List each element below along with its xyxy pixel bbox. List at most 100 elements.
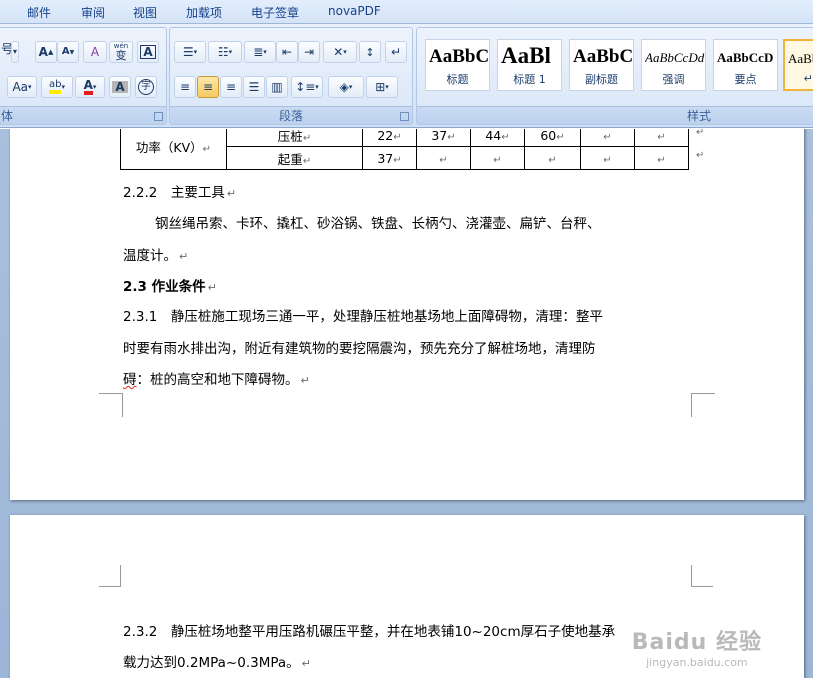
row-end-mark: ↵: [696, 150, 705, 161]
bold-button-partial[interactable]: [1, 76, 5, 98]
phonetic-guide-char: 变: [115, 49, 127, 62]
tools-paragraph-line-1: 钢丝绳吊索、卡环、撬杠、砂浴锅、铁盘、长柄勺、浇灌壶、扁铲、台秤、: [155, 216, 601, 232]
sort-button[interactable]: ↕: [359, 41, 381, 63]
document-workspace[interactable]: 功率（KV）↵ 压桩↵ 22↵ 37↵ 44↵ 60↵ ↵ ↵ 起重↵ 37↵ …: [0, 129, 813, 678]
table-cell: 60↵: [524, 129, 581, 147]
paragraph-mark-icon: ↵: [390, 45, 402, 59]
enclose-char-button[interactable]: 字: [135, 76, 157, 98]
show-hide-marks-button[interactable]: ↵: [385, 41, 407, 63]
style-heading-1[interactable]: AaBl 标题 1: [497, 39, 562, 91]
font-group-label: 体: [0, 106, 166, 124]
char-shading-button[interactable]: A: [109, 76, 131, 98]
paragraph-2-3-2-line-2: 载力达到0.2MPa~0.3MPa。 ↵: [123, 655, 311, 671]
font-size-dropdown-button[interactable]: ▾: [11, 41, 19, 63]
chinese-layout-icon: ✕: [333, 45, 344, 59]
font-dialog-launcher[interactable]: [154, 112, 163, 121]
style-emphasis[interactable]: AaBbCcDd 强调: [641, 39, 706, 91]
sort-icon: ↕: [365, 45, 375, 59]
numbering-icon: ☷: [217, 45, 229, 59]
distributed-icon: ▥: [271, 80, 283, 94]
multilevel-list-icon: ≣: [253, 45, 264, 59]
margin-corner-top-left: [99, 565, 121, 587]
grow-font-button[interactable]: A ▲: [35, 41, 57, 63]
font-color-icon: A: [83, 79, 93, 95]
char-border-button[interactable]: A: [137, 41, 159, 63]
change-case-icon: Aa: [12, 80, 29, 94]
justify-icon: ☰: [248, 80, 260, 94]
paragraph-2-3-2-line-1: 2.3.2 静压桩场地整平用压路机碾压平整，并在地表铺10~20cm厚石子使地基…: [123, 624, 616, 640]
borders-button[interactable]: ⊞ ▾: [366, 76, 398, 98]
numbering-button[interactable]: ☷ ▾: [208, 41, 242, 63]
highlight-button[interactable]: ab ▾: [41, 76, 73, 98]
table-cell: 22↵: [362, 129, 417, 147]
style-normal[interactable]: AaBb ↵ 正: [783, 39, 813, 91]
margin-corner-top-right: [691, 565, 713, 587]
ribbon-tab-bar: 邮件 审阅 视图 加载项 电子签章 novaPDF: [0, 0, 813, 24]
align-left-button[interactable]: ≡: [174, 76, 196, 98]
table-cell: 37↵: [416, 129, 471, 147]
document-page-2[interactable]: 2.3.2 静压桩场地整平用压路机碾压平整，并在地表铺10~20cm厚石子使地基…: [10, 515, 804, 678]
increase-indent-icon: ⇥: [303, 45, 315, 59]
chinese-layout-button[interactable]: ✕ ▾: [323, 41, 357, 63]
align-right-icon: ≡: [225, 80, 237, 94]
margin-corner-bottom-left: [99, 393, 123, 417]
paint-bucket-icon: ◈: [339, 80, 349, 94]
table-cell: 压桩↵: [226, 129, 363, 147]
bullets-icon: ☰: [182, 45, 194, 59]
increase-indent-button[interactable]: ⇥: [298, 41, 320, 63]
paragraph-dialog-launcher[interactable]: [400, 112, 409, 121]
font-group: 号 ▾ A ▲ A ▼ A wén 变 A Aa ▾ ab ▾ A ▾ A 字 …: [0, 27, 167, 125]
line-spacing-icon: ↕≡: [295, 80, 316, 94]
line-spacing-button[interactable]: ↕≡ ▾: [291, 76, 323, 98]
multilevel-list-button[interactable]: ≣ ▾: [244, 41, 276, 63]
paragraph-group-label: 段落: [170, 106, 412, 124]
row-end-mark: ↵: [696, 129, 705, 138]
table-cell: ↵: [634, 146, 689, 170]
table-cell: ↵: [634, 129, 689, 147]
tab-e-signature[interactable]: 电子签章: [251, 4, 299, 21]
phonetic-guide-button[interactable]: wén 变: [109, 41, 133, 63]
styles-group-label: 样式: [417, 106, 813, 124]
tab-view[interactable]: 视图: [133, 4, 157, 21]
styles-group: AaBbC 标题 AaBl 标题 1 AaBbC 副标题 AaBbCcDd 强调…: [416, 27, 813, 125]
align-center-button[interactable]: ≡: [197, 76, 219, 98]
highlight-icon: ab: [49, 80, 62, 94]
document-page[interactable]: 功率（KV）↵ 压桩↵ 22↵ 37↵ 44↵ 60↵ ↵ ↵ 起重↵ 37↵ …: [10, 129, 804, 500]
change-case-button[interactable]: Aa ▾: [7, 76, 37, 98]
decrease-indent-button[interactable]: ⇤: [276, 41, 298, 63]
char-shading-icon: A: [112, 81, 128, 93]
shading-button[interactable]: ◈ ▾: [328, 76, 364, 98]
table-cell: 37↵: [362, 146, 417, 170]
clear-format-icon: A: [90, 45, 100, 59]
clear-format-button[interactable]: A: [83, 41, 107, 63]
tab-novapdf[interactable]: novaPDF: [328, 4, 381, 18]
tools-paragraph-line-2: 温度计。 ↵: [123, 248, 189, 264]
heading-2-2-2: 2.2.2 主要工具 ↵: [123, 185, 237, 201]
table-row-header: 功率（KV）↵: [120, 129, 227, 170]
baidu-watermark: Baidu 经验 jingyan.baidu.com: [631, 630, 762, 669]
shrink-font-button[interactable]: A ▼: [57, 41, 79, 63]
grow-font-icon: A: [38, 45, 48, 59]
table-cell: ↵: [470, 146, 525, 170]
font-color-button[interactable]: A ▾: [75, 76, 105, 98]
tab-mailings[interactable]: 邮件: [27, 4, 51, 21]
justify-button[interactable]: ☰: [243, 76, 265, 98]
heading-2-3: 2.3 作业条件 ↵: [123, 279, 217, 295]
tab-review[interactable]: 审阅: [81, 4, 105, 21]
style-subtitle[interactable]: AaBbC 副标题: [569, 39, 634, 91]
style-title[interactable]: AaBbC 标题: [425, 39, 490, 91]
style-strong[interactable]: AaBbCcD 要点: [713, 39, 778, 91]
table-cell: ↵: [580, 146, 635, 170]
distributed-button[interactable]: ▥: [266, 76, 288, 98]
paragraph-2-3-1-line-2: 时要有雨水排出沟，附近有建筑物的要挖隔震沟，预先充分了解桩场地，清理防: [123, 341, 596, 357]
table-cell: ↵: [580, 129, 635, 147]
align-center-icon: ≡: [202, 80, 214, 94]
enclose-char-icon: 字: [138, 79, 154, 95]
bullets-button[interactable]: ☰ ▾: [174, 41, 206, 63]
paragraph-2-3-1-line-3: 碍：桩的高空和地下障碍物。 ↵: [123, 372, 310, 388]
align-left-icon: ≡: [179, 80, 191, 94]
tab-addins[interactable]: 加载项: [186, 4, 222, 21]
align-right-button[interactable]: ≡: [220, 76, 242, 98]
paragraph-group: ☰ ▾ ☷ ▾ ≣ ▾ ⇤ ⇥ ✕ ▾ ↕ ↵ ≡ ≡ ≡ ☰ ▥ ↕≡ ▾ ◈…: [169, 27, 413, 125]
shrink-font-icon: A: [61, 46, 70, 57]
